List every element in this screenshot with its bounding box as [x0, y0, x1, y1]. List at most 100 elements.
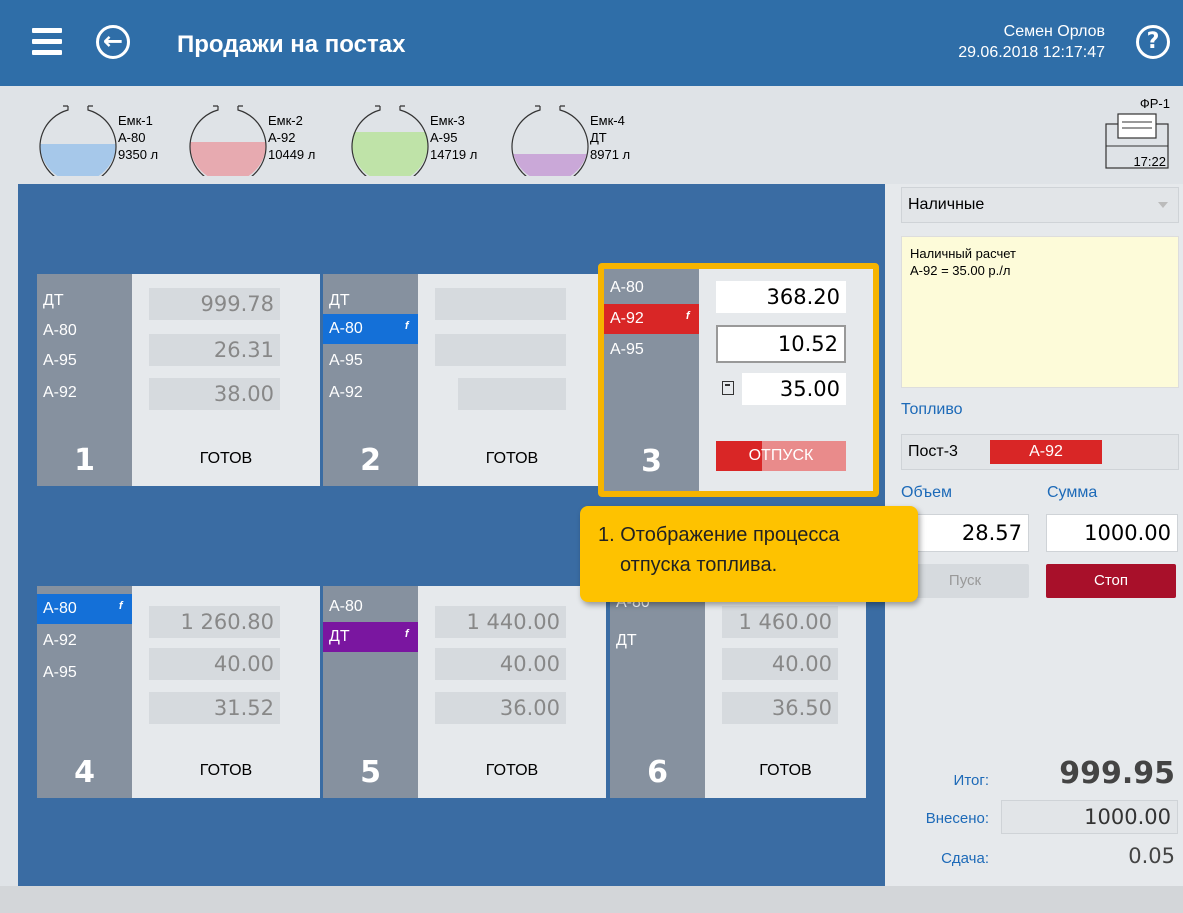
volume-input[interactable]: 28.57: [901, 514, 1029, 552]
total-value: 999.95: [1059, 756, 1175, 791]
nozzle[interactable]: А-95: [37, 346, 132, 376]
tooltip-line: отпуска топлива.: [620, 554, 778, 576]
pump-2[interactable]: ДТ А-80 ᶠ А-95 А-92 2 ГОТОВ: [323, 274, 606, 486]
nozzle-label: А-80: [329, 320, 363, 337]
pump-status: ГОТОВ: [759, 762, 812, 779]
price-field: 31.52: [149, 692, 280, 724]
sum-field: 1 260.80: [149, 606, 280, 638]
tank-4: Емк-4 ДТ 8971 л: [510, 96, 660, 176]
fuel-section-label: Топливо: [901, 401, 963, 418]
payment-type-select[interactable]: Наличные: [901, 187, 1179, 223]
tank-name: Емк-4: [590, 113, 625, 128]
nozzle[interactable]: А-92: [323, 378, 418, 408]
nozzle[interactable]: А-80: [604, 273, 699, 303]
sale-panel: Наличные Наличный расчет А-92 = 35.00 р.…: [885, 184, 1183, 886]
tank-volume: 8971 л: [590, 147, 631, 162]
fuel-gun-icon: ᶠ: [404, 320, 408, 337]
volume-field[interactable]: 10.52: [716, 325, 846, 363]
pump-status: ОТПУСК: [748, 447, 814, 464]
price-field[interactable]: 35.00: [742, 373, 846, 405]
fuel-selection[interactable]: Пост-3 А-92: [901, 434, 1179, 470]
note-line: Наличный расчет: [910, 246, 1016, 261]
payment-type-value: Наличные: [908, 196, 985, 213]
paid-label: Внесено:: [925, 810, 989, 827]
sum-input[interactable]: 1000.00: [1046, 514, 1178, 552]
flask-icon: [39, 105, 117, 176]
pump-number: 4: [74, 755, 95, 790]
nozzle-active[interactable]: А-80 ᶠ: [37, 594, 132, 624]
datetime: 29.06.2018 12:17:47: [958, 44, 1105, 61]
pump-4[interactable]: А-80 ᶠ А-92 А-95 4 1 260.80 40.00 31.52 …: [37, 586, 320, 798]
tank-fuel: А-80: [118, 130, 146, 145]
nozzle[interactable]: А-92: [37, 626, 132, 656]
start-button[interactable]: Пуск: [901, 564, 1029, 598]
calculator-icon[interactable]: [722, 381, 734, 395]
fuel-gun-icon: ᶠ: [118, 600, 122, 617]
fiscal-printer[interactable]: ФР-1 17:22: [1098, 96, 1170, 171]
post-label: Пост-3: [908, 443, 958, 460]
volume-field: 40.00: [722, 648, 838, 680]
fuel-gun-icon: ᶠ: [404, 628, 408, 645]
dispense-progress: ОТПУСК: [716, 441, 846, 471]
sum-field[interactable]: 368.20: [716, 281, 846, 313]
tank-name: Емк-1: [118, 113, 153, 128]
pump-number: 1: [74, 443, 95, 478]
nozzle-active[interactable]: ДТ ᶠ: [323, 622, 418, 652]
status-bar: [0, 886, 1183, 913]
volume-field: 26.31: [149, 334, 280, 366]
nozzle[interactable]: А-92: [37, 378, 132, 408]
nozzle[interactable]: А-95: [37, 658, 132, 688]
flask-icon: [511, 105, 589, 176]
price-field: 36.50: [722, 692, 838, 724]
total-label: Итог:: [953, 772, 989, 789]
pump-status: ГОТОВ: [485, 762, 539, 779]
nozzle[interactable]: ДТ: [323, 286, 418, 316]
change-label: Сдача:: [941, 850, 989, 867]
nozzle[interactable]: А-80: [37, 316, 132, 346]
tank-3: Емк-3 А-95 14719 л: [350, 96, 500, 176]
note-line: А-92 = 35.00 р./л: [910, 263, 1011, 278]
tank-name: Емк-2: [268, 113, 303, 128]
sum-label: Сумма: [1047, 484, 1098, 501]
header-bar: ← Продажи на постах Семен Орлов 29.06.20…: [0, 0, 1183, 86]
paid-input[interactable]: 1000.00: [1001, 800, 1178, 834]
hint-tooltip: 1. Отображение процесса отпуска топлива.: [580, 506, 918, 602]
nozzle[interactable]: А-95: [323, 346, 418, 376]
tooltip-line: 1. Отображение процесса: [598, 524, 840, 546]
tank-2: Емк-2 А-92 10449 л: [188, 96, 338, 176]
pump-number: 3: [641, 444, 662, 479]
help-icon[interactable]: ?: [1136, 25, 1170, 59]
tank-fuel: А-92: [268, 130, 296, 145]
nozzle-active[interactable]: А-80 ᶠ: [323, 314, 418, 344]
pump-1[interactable]: ДТ А-80 А-95 А-92 1 999.78 26.31 38.00 Г…: [37, 274, 320, 486]
back-arrow-icon[interactable]: ←: [96, 25, 130, 59]
pump-number: 6: [647, 755, 668, 790]
pump-3[interactable]: А-80 А-92 ᶠ А-95 3 368.20 10.52 35.00 ОТ…: [598, 263, 879, 497]
stop-button[interactable]: Стоп: [1046, 564, 1176, 598]
price-field: [458, 378, 566, 410]
page-title: Продажи на постах: [177, 31, 406, 58]
fuel-gun-icon: ᶠ: [685, 310, 689, 327]
user-info: Семен Орлов 29.06.2018 12:17:47: [958, 21, 1105, 63]
tank-volume: 9350 л: [118, 147, 159, 162]
pump-status: ГОТОВ: [485, 450, 539, 467]
nozzle[interactable]: А-80: [323, 592, 418, 622]
nozzle-active[interactable]: А-92 ᶠ: [604, 304, 699, 334]
nozzle[interactable]: ДТ: [610, 626, 705, 656]
tank-1: Емк-1 А-80 9350 л: [38, 96, 188, 176]
sum-field: 1 460.00: [722, 606, 838, 638]
nozzle[interactable]: А-95: [604, 335, 699, 365]
nozzle-label: А-80: [43, 600, 77, 617]
tanks-bar: Емк-1 А-80 9350 л Емк-2 А-92 10449 л Емк…: [0, 86, 1183, 184]
pump-number: 5: [360, 755, 381, 790]
change-value: 0.05: [1128, 844, 1175, 868]
pump-5[interactable]: А-80 ДТ ᶠ 5 1 440.00 40.00 36.00 ГОТОВ: [323, 586, 606, 798]
flask-icon: [351, 105, 429, 176]
volume-field: 40.00: [435, 648, 566, 680]
pump-6[interactable]: А-80 ДТ 6 1 460.00 40.00 36.50 ГОТОВ: [610, 586, 866, 798]
nozzle[interactable]: ДТ: [37, 286, 132, 316]
menu-icon[interactable]: [32, 28, 62, 56]
volume-field: 40.00: [149, 648, 280, 680]
sum-field: [435, 288, 566, 320]
sum-field: 1 440.00: [435, 606, 566, 638]
